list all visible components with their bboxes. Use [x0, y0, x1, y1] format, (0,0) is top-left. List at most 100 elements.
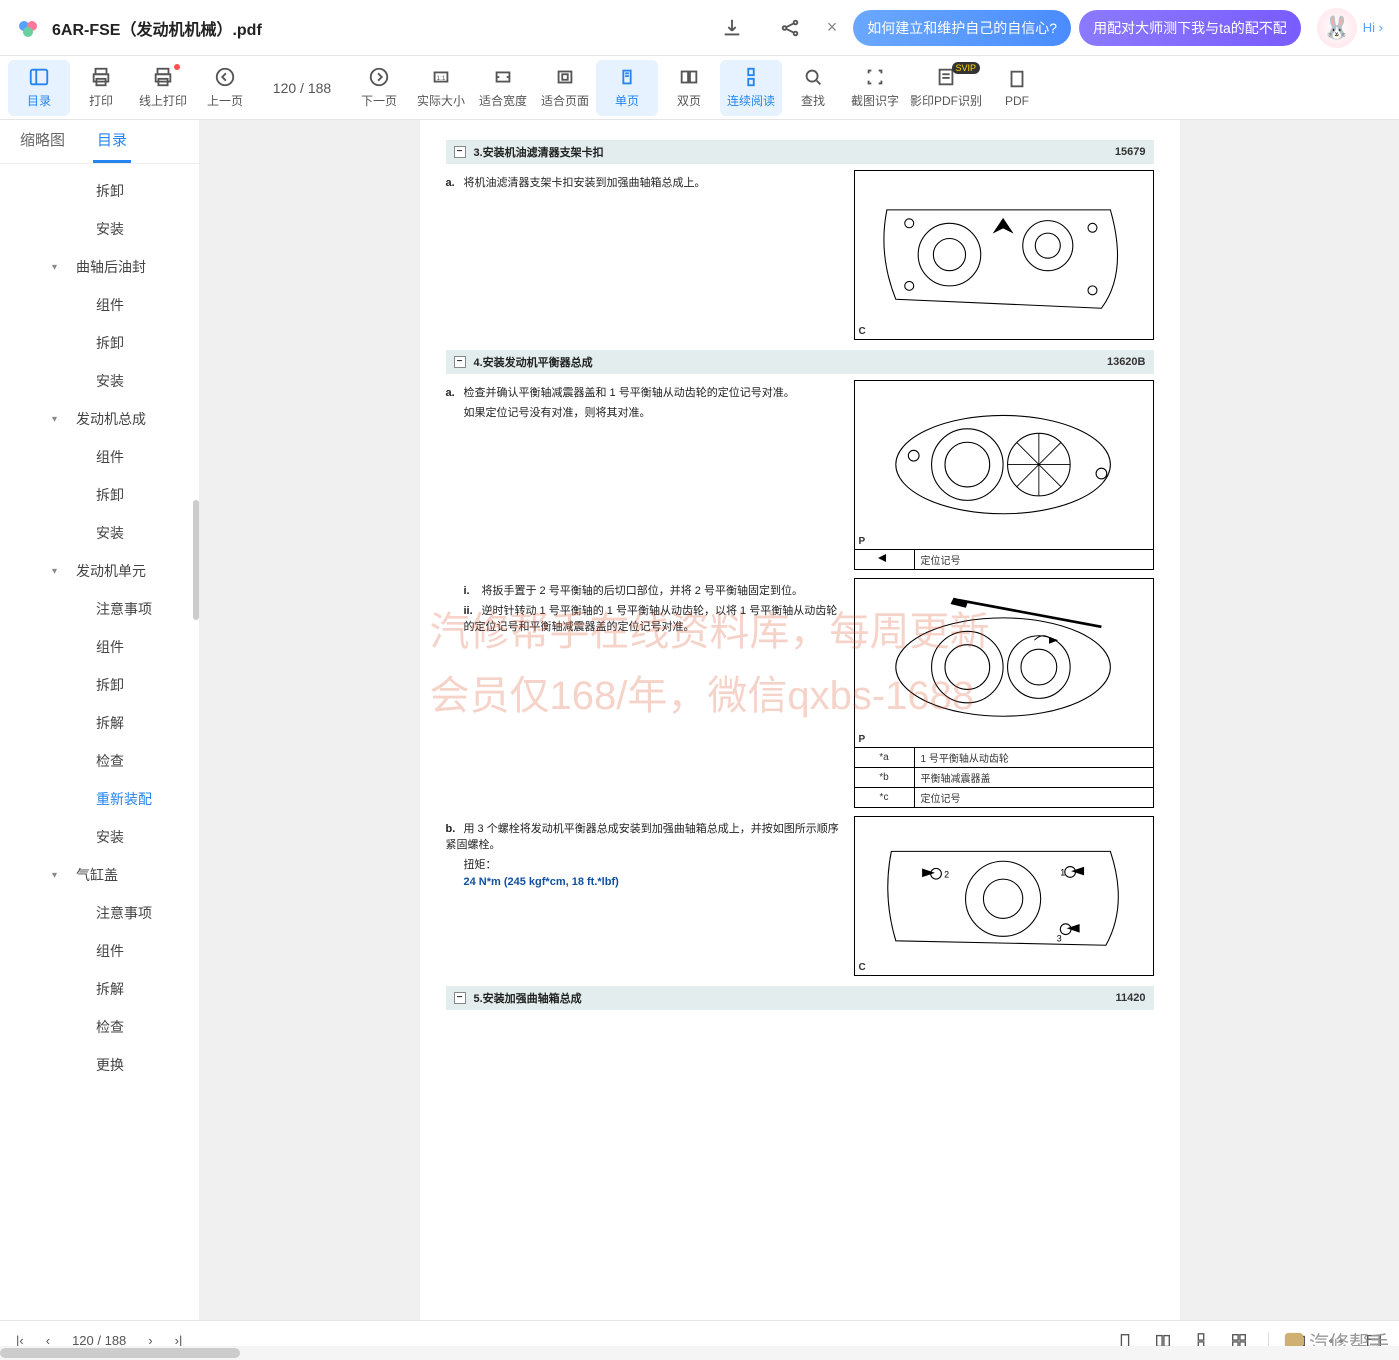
toc-item[interactable]: 拆卸 — [0, 324, 199, 362]
figure-column: P *a1 号平衡轴从动齿轮 *b平衡轴减震器盖 *c定位记号 — [854, 578, 1154, 808]
svg-text:1: 1 — [1061, 867, 1066, 877]
toc-item[interactable]: 拆卸 — [0, 476, 199, 514]
single-page-button[interactable]: 单页 — [596, 60, 658, 116]
toc-item-label: 拆卸 — [96, 181, 124, 201]
figure-box: 213 C — [854, 816, 1154, 976]
text-column: a.将机油滤清器支架卡扣安装到加强曲轴箱总成上。 — [446, 170, 844, 340]
toc-item[interactable]: 检查 — [0, 742, 199, 780]
double-page-button[interactable]: 双页 — [658, 60, 720, 116]
engine-diagram-1 — [869, 179, 1137, 330]
toc-item[interactable]: ▾发动机总成 — [0, 400, 199, 438]
next-page-button[interactable]: 下一页 — [348, 60, 410, 116]
tab-thumbnail[interactable]: 缩略图 — [16, 120, 69, 163]
actual-size-button[interactable]: 1:1 实际大小 — [410, 60, 472, 116]
collapse-icon[interactable]: − — [454, 146, 466, 158]
print-button[interactable]: 打印 — [70, 60, 132, 116]
toc-item[interactable]: ▾气缸盖 — [0, 856, 199, 894]
continuous-button[interactable]: 连续阅读 — [720, 60, 782, 116]
tab-toc[interactable]: 目录 — [93, 120, 131, 163]
avatar[interactable]: 🐰 — [1317, 8, 1357, 48]
fit-width-icon — [492, 66, 514, 88]
svg-text:1:1: 1:1 — [437, 75, 446, 82]
figure-column: P 定位记号 — [854, 380, 1154, 570]
snip-ocr-button[interactable]: 截图识字 — [844, 60, 906, 116]
promo-pill-1[interactable]: 如何建立和维护自己的自信心? — [853, 10, 1071, 46]
sidebar-tabs: 缩略图 目录 — [0, 120, 199, 164]
fit-page-button[interactable]: 适合页面 — [534, 60, 596, 116]
content-row: a.检查并确认平衡轴减震器盖和 1 号平衡轴从动齿轮的定位记号对准。 如果定位记… — [446, 380, 1154, 570]
toc-item-label: 注意事项 — [96, 599, 152, 619]
fit-width-button[interactable]: 适合宽度 — [472, 60, 534, 116]
text-column: a.检查并确认平衡轴减震器盖和 1 号平衡轴从动齿轮的定位记号对准。 如果定位记… — [446, 380, 844, 570]
balancer-diagram-2 — [869, 587, 1137, 738]
download-icon[interactable] — [721, 17, 743, 39]
toc-item[interactable]: 组件 — [0, 438, 199, 476]
double-page-icon — [678, 66, 700, 88]
toc-item[interactable]: 重新装配 — [0, 780, 199, 818]
toc-item[interactable]: 安装 — [0, 210, 199, 248]
toc-item[interactable]: 拆解 — [0, 970, 199, 1008]
single-page-icon — [616, 66, 638, 88]
toc-item[interactable]: 注意事项 — [0, 590, 199, 628]
toc-item[interactable]: 安装 — [0, 514, 199, 552]
chevron-left-icon — [214, 66, 236, 88]
prev-page-button[interactable]: 上一页 — [194, 60, 256, 116]
text-column: i.将扳手置于 2 号平衡轴的后切口部位，并将 2 号平衡轴固定到位。 ii.逆… — [446, 578, 844, 808]
toc-item[interactable]: 拆卸 — [0, 666, 199, 704]
close-promo-icon[interactable]: × — [827, 17, 838, 38]
catalog-button[interactable]: 目录 — [8, 60, 70, 116]
search-icon — [802, 66, 824, 88]
main-toolbar: 目录 打印 线上打印 上一页 120 / 188 下一页 1:1 实际大小 适合… — [0, 56, 1399, 120]
chevron-down-icon: ▾ — [52, 262, 57, 273]
figure-box: P — [854, 578, 1154, 748]
section-header-3: − 3.安装机油滤清器支架卡扣 15679 — [446, 140, 1154, 164]
collapse-icon[interactable]: − — [454, 992, 466, 1004]
toc-item[interactable]: 更换 — [0, 1046, 199, 1084]
promo-pill-2[interactable]: 用配对大师测下我与ta的配不配 — [1079, 10, 1301, 46]
svg-text:2: 2 — [944, 869, 949, 879]
toc-item-label: 拆卸 — [96, 333, 124, 353]
toc-item[interactable]: 安装 — [0, 818, 199, 856]
toc-item[interactable]: 拆解 — [0, 704, 199, 742]
share-icon[interactable] — [779, 17, 801, 39]
snip-icon — [864, 66, 886, 88]
toc-item[interactable]: 拆卸 — [0, 172, 199, 210]
pdf-more-button[interactable]: PDF — [986, 60, 1048, 116]
page-indicator-top[interactable]: 120 / 188 — [256, 80, 348, 96]
toc-item[interactable]: ▾ 发动机单元 — [0, 552, 199, 590]
title-bar: 6AR-FSE（发动机机械）.pdf × 如何建立和维护自己的自信心? 用配对大… — [0, 0, 1399, 56]
chevron-right-icon — [368, 66, 390, 88]
toc-item-label: 发动机总成 — [76, 409, 146, 429]
horizontal-scrollbar[interactable] — [0, 1346, 1399, 1360]
toc-item-label: 检查 — [96, 1017, 124, 1037]
app-logo — [16, 16, 40, 40]
toc-item-label: 拆卸 — [96, 675, 124, 695]
toc-item[interactable]: 注意事项 — [0, 894, 199, 932]
ocr-button[interactable]: SVIP 影印PDF识别 — [906, 60, 986, 116]
crankcase-diagram: 2 1 3 — [869, 825, 1137, 967]
chevron-down-icon: ▾ — [52, 566, 57, 577]
toc-item-label: 安装 — [96, 827, 124, 847]
hi-greeting[interactable]: Hi › — [1363, 20, 1383, 35]
toc-item[interactable]: 组件 — [0, 286, 199, 324]
toc-item-label: 组件 — [96, 941, 124, 961]
toc-item[interactable]: 检查 — [0, 1008, 199, 1046]
toc-item[interactable]: ▾曲轴后油封 — [0, 248, 199, 286]
main-area: 缩略图 目录 拆卸安装▾曲轴后油封组件拆卸安装▾发动机总成组件拆卸安装▾发动机单… — [0, 120, 1399, 1320]
collapse-icon[interactable]: − — [454, 356, 466, 368]
continuous-icon — [740, 66, 762, 88]
balancer-diagram-1 — [869, 389, 1137, 540]
toc-item-label: 安装 — [96, 219, 124, 239]
sidebar-scrollbar[interactable] — [193, 500, 199, 620]
svg-text:3: 3 — [1057, 934, 1062, 944]
toc-item-label: 发动机单元 — [76, 561, 146, 581]
toc-item-label: 重新装配 — [96, 789, 152, 809]
document-viewport[interactable]: − 3.安装机油滤清器支架卡扣 15679 a.将机油滤清器支架卡扣安装到加强曲… — [200, 120, 1399, 1320]
toc-item[interactable]: 组件 — [0, 932, 199, 970]
figure-key-table: *a1 号平衡轴从动齿轮 *b平衡轴减震器盖 *c定位记号 — [854, 747, 1154, 808]
toc-item[interactable]: 组件 — [0, 628, 199, 666]
toc-item[interactable]: 安装 — [0, 362, 199, 400]
online-print-button[interactable]: 线上打印 — [132, 60, 194, 116]
search-button[interactable]: 查找 — [782, 60, 844, 116]
toc-item-label: 安装 — [96, 371, 124, 391]
